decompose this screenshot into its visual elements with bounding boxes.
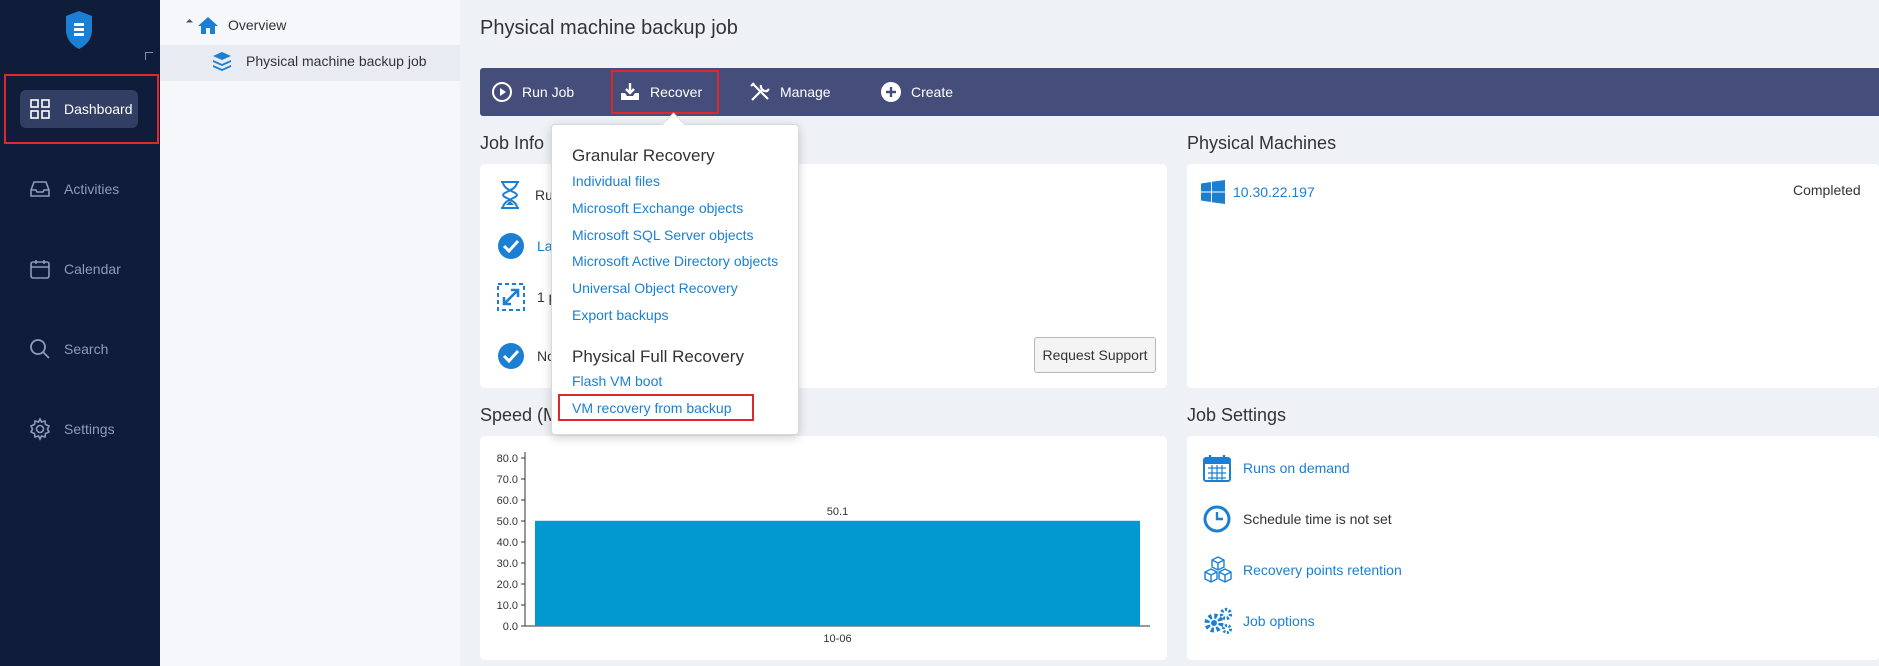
nav-item-dashboard[interactable]: Dashboard <box>20 90 138 128</box>
physical-machines-title: Physical Machines <box>1187 133 1337 153</box>
manage-label: Manage <box>780 84 831 100</box>
job-info-row-notes: No <box>497 342 555 370</box>
chart-x-tick-label: 10-06 <box>823 633 851 645</box>
nav-label-settings: Settings <box>64 421 115 437</box>
speed-title: Speed (M <box>480 405 559 425</box>
job-info-row-last-run[interactable]: La <box>497 232 553 260</box>
recover-dropdown-menu: Granular Recovery Individual files Micro… <box>551 124 799 435</box>
chart-y-tick-label: 80.0 <box>497 453 518 465</box>
physical-full-recovery-heading: Physical Full Recovery <box>572 347 744 366</box>
run-job-label: Run Job <box>522 84 575 100</box>
recover-button[interactable]: Recover <box>619 68 702 116</box>
clock-icon <box>1203 505 1231 533</box>
windows-logo-icon <box>1201 180 1225 204</box>
job-info-title: Job Info <box>480 133 545 153</box>
recovery-points-retention-link[interactable]: Recovery points retention <box>1243 562 1402 578</box>
nav-label-activities: Activities <box>64 181 120 197</box>
create-button[interactable]: Create <box>880 68 953 116</box>
resize-arrows-icon <box>497 283 525 311</box>
chart-y-tick-label: 30.0 <box>497 558 518 570</box>
machine-row: 10.30.22.197 <box>1201 180 1315 204</box>
inventory-tree <box>160 0 460 666</box>
nav-label-calendar: Calendar <box>64 261 121 277</box>
search-icon <box>30 339 50 359</box>
menu-item-universal-object-recovery[interactable]: Universal Object Recovery <box>572 280 738 296</box>
setting-runs-on-demand[interactable]: Runs on demand <box>1203 454 1350 482</box>
chart-y-tick-label: 60.0 <box>497 495 518 507</box>
app-logo-icon[interactable] <box>64 10 94 50</box>
job-info-row-status: Ru <box>497 180 553 210</box>
tree-label-backup-job: Physical machine backup job <box>246 53 427 69</box>
tree-label-overview: Overview <box>228 17 287 33</box>
hourglass-icon <box>501 181 519 209</box>
menu-item-vm-recovery-from-backup[interactable]: VM recovery from backup <box>572 400 732 416</box>
manage-button[interactable]: Manage <box>749 68 831 116</box>
chart-y-tick-label: 40.0 <box>497 537 518 549</box>
nav-item-calendar[interactable]: Calendar <box>20 250 138 288</box>
chart-y-tick-label: 50.0 <box>497 516 518 528</box>
download-tray-icon <box>621 83 639 100</box>
check-circle-icon <box>498 343 524 369</box>
run-job-button[interactable]: Run Job <box>491 68 574 116</box>
tools-icon <box>750 82 770 101</box>
speed-chart: 0.0 10.0 20.0 30.0 40.0 50.0 60.0 70.0 80.0 50.1 1… <box>497 452 1150 645</box>
nav-item-search[interactable]: Search <box>20 330 138 368</box>
menu-item-exchange-objects[interactable]: Microsoft Exchange objects <box>572 200 743 216</box>
job-settings-title: Job Settings <box>1187 405 1287 425</box>
dashboard-grid-icon <box>30 99 50 119</box>
calendar-icon <box>1203 455 1231 482</box>
cubes-icon <box>1204 556 1232 583</box>
calendar-icon <box>30 260 50 279</box>
page-title: Physical machine backup job <box>480 17 738 39</box>
chart-y-tick-label: 10.0 <box>497 600 518 612</box>
chart-bar <box>535 520 1140 626</box>
gears-icon <box>1204 607 1233 634</box>
chart-y-tick-label: 0.0 <box>503 621 518 633</box>
nav-label-search: Search <box>64 341 109 357</box>
nav-item-activities[interactable]: Activities <box>20 170 138 208</box>
job-info-row-machines: 1 p <box>497 283 556 311</box>
nav-collapse-toggle[interactable] <box>145 52 153 60</box>
create-label: Create <box>911 84 954 100</box>
machine-status: Completed <box>1793 182 1861 198</box>
chart-y-tick-label: 20.0 <box>497 579 518 591</box>
home-icon <box>198 17 218 34</box>
chart-data-label: 50.1 <box>827 506 848 518</box>
runs-on-demand-link[interactable]: Runs on demand <box>1243 460 1350 476</box>
tree-item-overview[interactable]: Overview <box>197 15 286 35</box>
check-circle-icon <box>498 233 524 259</box>
machine-name-link[interactable]: 10.30.22.197 <box>1233 184 1315 200</box>
menu-item-flash-vm-boot[interactable]: Flash VM boot <box>572 373 662 389</box>
stack-layers-icon <box>213 52 231 71</box>
recover-label: Recover <box>650 84 703 100</box>
setting-retention[interactable]: Recovery points retention <box>1203 556 1402 584</box>
plus-circle-icon <box>881 82 901 102</box>
menu-item-export-backups[interactable]: Export backups <box>572 307 669 323</box>
job-options-link[interactable]: Job options <box>1243 613 1315 629</box>
tree-item-backup-job[interactable]: Physical machine backup job <box>212 51 427 71</box>
play-circle-icon <box>492 82 512 102</box>
inbox-tray-icon <box>30 181 50 197</box>
menu-item-individual-files[interactable]: Individual files <box>572 173 660 189</box>
setting-job-options[interactable]: Job options <box>1203 607 1315 635</box>
menu-item-active-directory-objects[interactable]: Microsoft Active Directory objects <box>572 253 778 269</box>
gear-icon <box>29 417 51 441</box>
menu-item-sql-server-objects[interactable]: Microsoft SQL Server objects <box>572 227 754 243</box>
schedule-text: Schedule time is not set <box>1243 511 1392 527</box>
nav-label-dashboard: Dashboard <box>64 101 133 117</box>
nav-item-settings[interactable]: Settings <box>20 410 138 448</box>
chart-y-tick-label: 70.0 <box>497 474 518 486</box>
request-support-button[interactable]: Request Support <box>1034 337 1156 373</box>
granular-recovery-heading: Granular Recovery <box>572 146 715 165</box>
setting-schedule: Schedule time is not set <box>1203 505 1392 533</box>
